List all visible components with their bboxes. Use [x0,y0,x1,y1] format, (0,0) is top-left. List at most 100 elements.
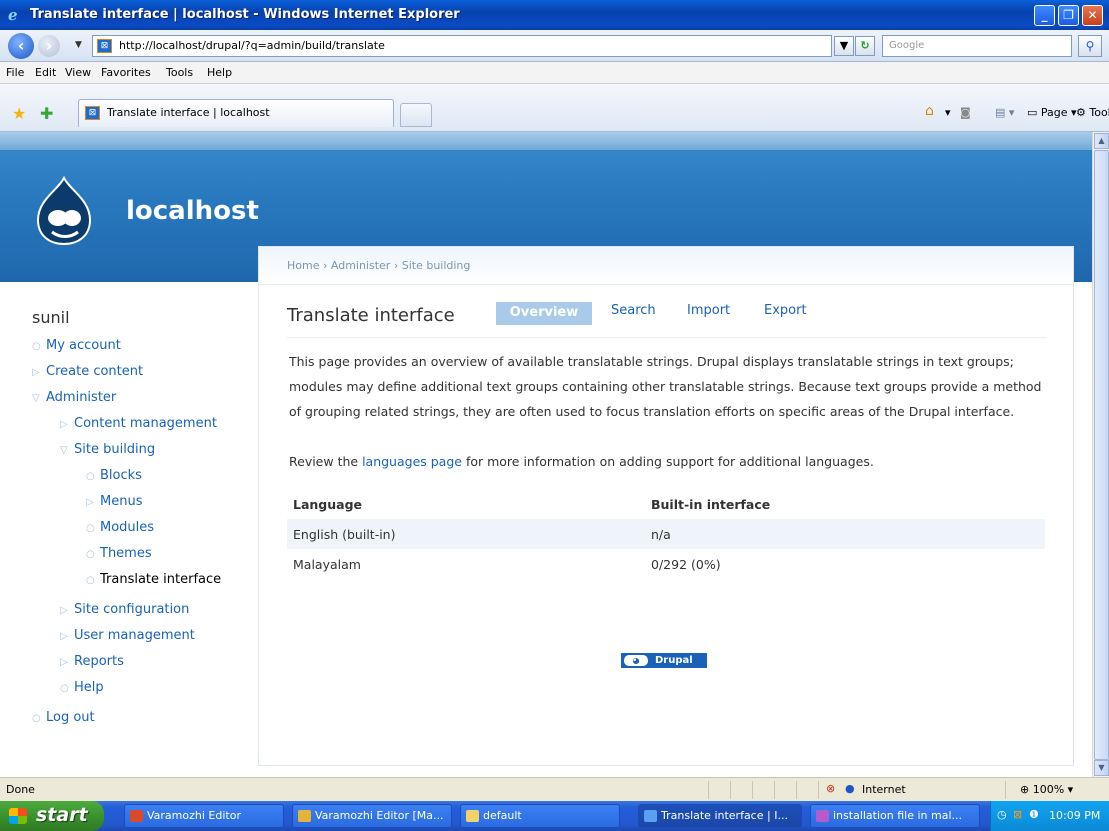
windows-logo-icon [9,808,27,824]
tray-clock[interactable]: 10:09 PM [1049,809,1100,822]
sidebar-item-translate-interface[interactable]: ○ Translate interface [86,572,221,587]
sidebar-item-log-out[interactable]: ○ Log out [32,710,95,725]
tab-import[interactable]: Import [687,303,730,318]
taskbar: start Varamozhi Editor Varamozhi Editor … [0,801,1109,831]
start-label: start [36,804,88,826]
column-header-language: Language [293,496,363,512]
menu-help[interactable]: Help [207,66,232,79]
page-description: This page provides an overview of availa… [289,354,1042,419]
sidebar-item-content-management[interactable]: ▷ Content management [60,416,217,431]
table-cell-status: n/a [645,519,1045,549]
taskbar-item-label: installation file in mal... [833,809,963,822]
tray-network-icon[interactable]: ◷ [997,808,1007,821]
favorites-star-icon[interactable]: ★ [12,104,26,123]
taskbar-item-label: Translate interface | I... [661,809,788,822]
taskbar-item-varamozhi-editor-ma[interactable]: Varamozhi Editor [Ma... [292,804,452,828]
zoom-level[interactable]: ⊕ 100% ▾ [1020,783,1073,796]
tab-export[interactable]: Export [764,303,807,318]
sidebar-item-label: Translate interface [100,572,222,587]
sidebar-item-site-configuration[interactable]: ▷ Site configuration [60,602,189,617]
breadcrumb[interactable]: Home › Administer › Site building [259,247,1073,285]
sidebar-item-modules[interactable]: ○ Modules [86,520,154,535]
menu-view[interactable]: View [65,66,91,79]
status-section [796,781,797,799]
address-input[interactable]: ⊠ http://localhost/drupal/?q=admin/build… [92,35,832,57]
site-name[interactable]: localhost [126,196,259,226]
vertical-scrollbar[interactable]: ▲ ▼ [1092,132,1109,777]
sidebar-item-administer[interactable]: ▽ Administer [32,390,116,405]
home-icon[interactable]: ⌂ [925,103,934,119]
taskbar-item-default[interactable]: default [460,804,620,828]
tab-overview[interactable]: Overview [496,302,592,325]
sidebar-item-help[interactable]: ○ Help [60,680,104,695]
window-title: Translate interface | localhost - Window… [30,7,460,22]
menu-edit[interactable]: Edit [35,66,56,79]
window-titlebar: ℯ Translate interface | localhost - Wind… [0,0,1109,30]
leaf-bullet-icon: ○ [86,549,95,560]
start-button[interactable]: start [0,801,104,831]
sidebar-item-user-management[interactable]: ▷ User management [60,628,195,643]
sidebar-item-themes[interactable]: ○ Themes [86,546,152,561]
back-button[interactable]: ‹ [8,33,34,59]
taskbar-item-translate-interface[interactable]: Translate interface | I... [638,804,802,828]
status-section [730,781,731,799]
sidebar-item-blocks[interactable]: ○ Blocks [86,468,142,483]
tray-app-icon[interactable]: ⊠ [1013,808,1022,821]
taskbar-item-installation-file[interactable]: installation file in mal... [810,804,980,828]
drupal-logo-icon[interactable] [34,176,94,246]
sidebar-item-label: Blocks [100,468,142,483]
print-icon[interactable]: ▤ ▾ [995,106,1014,119]
sidebar-item-site-building[interactable]: ▽ Site building [60,442,155,457]
address-dropdown-button[interactable]: ▼ [834,36,854,56]
status-text: Done [6,783,35,796]
sidebar-username: sunil [32,308,70,327]
home-dropdown-icon[interactable]: ▾ [945,106,951,119]
refresh-button[interactable]: ↻ [855,36,875,56]
close-button[interactable]: ✕ [1082,5,1103,26]
maximize-button[interactable]: ❐ [1058,5,1079,26]
search-button[interactable]: ⚲ [1078,35,1102,57]
tab-bar: ★ ✚ ⊠ Translate interface | localhost ⌂ … [0,84,1109,132]
collapsed-arrow-icon: ▷ [60,419,68,430]
status-section [818,781,819,799]
forward-button[interactable]: › [38,35,60,57]
tray-info-icon[interactable]: ❶ [1029,808,1039,821]
scroll-down-icon[interactable]: ▼ [1094,760,1109,776]
minimize-button[interactable]: _ [1034,5,1055,26]
table-cell-status[interactable]: 0/292 (0%) [645,549,1045,579]
page-title: Translate interface [287,305,455,326]
table-header-row: Language Built-in interface [287,489,1045,519]
sidebar-item-create-content[interactable]: ▷ Create content [32,364,143,379]
sidebar-item-label: Site building [74,442,156,457]
menu-bar: File Edit View Favorites Tools Help [0,62,1109,84]
security-zone[interactable]: Internet [862,783,906,796]
powered-by-drupal-badge[interactable]: ◕ Drupal [621,653,707,668]
taskbar-item-varamozhi-editor[interactable]: Varamozhi Editor [124,804,284,828]
menu-file[interactable]: File [6,66,24,79]
review-prefix: Review the [289,454,363,469]
scroll-up-icon[interactable]: ▲ [1094,133,1109,149]
sidebar-item-my-account[interactable]: ○ My account [32,338,121,353]
tools-menu-button[interactable]: ⚙ Tools [1076,106,1109,119]
collapsed-arrow-icon: ▷ [86,497,94,508]
tab-translate-interface[interactable]: ⊠ Translate interface | localhost [78,99,394,127]
status-section [708,781,709,799]
languages-table: Language Built-in interface English (bui… [287,489,1045,579]
sidebar-item-reports[interactable]: ▷ Reports [60,654,124,669]
menu-favorites[interactable]: Favorites [101,66,151,79]
tab-search[interactable]: Search [611,303,656,318]
new-tab-button[interactable] [400,103,432,127]
sidebar-item-menus[interactable]: ▷ Menus [86,494,142,509]
languages-page-link[interactable]: languages page [362,454,462,469]
protected-mode-icon[interactable]: ⊗ [826,782,835,795]
feeds-icon[interactable]: ◙ [960,106,971,119]
sidebar-item-label: Themes [100,546,152,561]
status-section [774,781,775,799]
search-input[interactable]: Google [882,35,1072,57]
expanded-arrow-icon: ▽ [32,393,40,404]
menu-tools[interactable]: Tools [166,66,193,79]
page-menu-button[interactable]: ▭ Page ▾ [1027,106,1077,119]
add-favorite-icon[interactable]: ✚ [40,104,53,123]
history-dropdown-icon[interactable]: ▼ [75,40,82,50]
scrollbar-thumb[interactable] [1094,150,1109,760]
